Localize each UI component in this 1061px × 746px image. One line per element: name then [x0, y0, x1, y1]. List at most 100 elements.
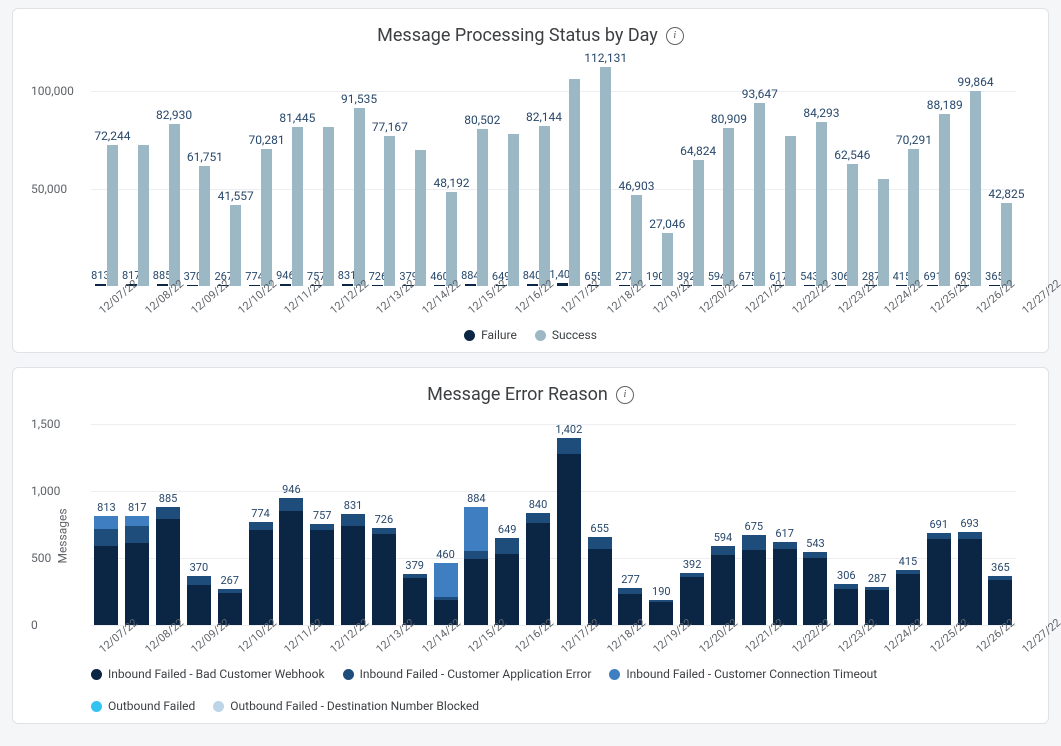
bar-failure[interactable]: 1,402	[557, 283, 568, 286]
bar-group[interactable]: 27746,903	[615, 195, 646, 286]
stacked-bar[interactable]: 813	[94, 516, 118, 625]
bar-group[interactable]: 617	[769, 542, 800, 625]
stacked-bar[interactable]: 543	[803, 552, 827, 625]
stacked-bar[interactable]: 817	[125, 516, 149, 625]
stacked-bar[interactable]: 655	[588, 537, 612, 625]
bar-success[interactable]: 27,046	[662, 233, 673, 286]
bar-group[interactable]: 757	[307, 524, 338, 625]
bar-segment[interactable]	[156, 507, 180, 520]
stacked-bar[interactable]: 840	[526, 513, 550, 625]
bar-group[interactable]: 365	[985, 576, 1016, 625]
bar-segment[interactable]	[711, 546, 735, 556]
bar-failure[interactable]: 675	[742, 285, 753, 286]
bar-group[interactable]: 885	[153, 507, 184, 625]
bar-success[interactable]: 93,647	[754, 103, 765, 286]
stacked-bar[interactable]: 649	[495, 538, 519, 625]
bar-group[interactable]: 617	[769, 136, 800, 286]
stacked-bar[interactable]: 726	[372, 528, 396, 625]
bar-success[interactable]: 48,192	[446, 192, 457, 286]
bar-group[interactable]: 30662,546	[831, 164, 862, 286]
bar-segment[interactable]	[464, 507, 488, 552]
bar-success[interactable]: 81,445	[292, 127, 303, 286]
bar-group[interactable]: 69399,864	[954, 91, 985, 286]
bar-segment[interactable]	[773, 549, 797, 625]
legend-item-e3[interactable]: Inbound Failed - Customer Connection Tim…	[609, 667, 877, 681]
bar-group[interactable]: 415	[893, 570, 924, 625]
bar-group[interactable]: 83191,535	[338, 108, 369, 286]
bar-segment[interactable]	[803, 558, 827, 625]
bar-group[interactable]: 81372,244	[91, 145, 122, 286]
stacked-bar[interactable]: 693	[958, 532, 982, 625]
bar-segment[interactable]	[94, 529, 118, 546]
bar-segment[interactable]	[495, 538, 519, 554]
bar-group[interactable]: 46048,192	[430, 192, 461, 286]
bar-failure[interactable]: 190	[650, 285, 661, 286]
bar-segment[interactable]	[588, 537, 612, 548]
bar-segment[interactable]	[742, 550, 766, 625]
bar-segment[interactable]	[279, 498, 303, 511]
bar-success[interactable]	[323, 127, 334, 286]
bar-failure[interactable]: 726	[372, 285, 383, 286]
bar-group[interactable]: 39264,824	[677, 160, 708, 286]
bar-failure[interactable]: 884	[465, 284, 476, 286]
bar-segment[interactable]	[927, 533, 951, 540]
bar-group[interactable]: 379	[399, 150, 430, 287]
bar-segment[interactable]	[927, 539, 951, 625]
bar-group[interactable]: 649	[492, 538, 523, 625]
bar-group[interactable]: 88480,502	[461, 129, 492, 286]
bar-group[interactable]: 41570,291	[893, 149, 924, 286]
bar-group[interactable]: 36542,825	[985, 203, 1016, 287]
bar-segment[interactable]	[464, 551, 488, 559]
bar-success[interactable]: 46,903	[631, 195, 642, 286]
bar-group[interactable]: 54384,293	[800, 122, 831, 286]
bar-group[interactable]: 460	[430, 563, 461, 625]
bar-group[interactable]: 59480,909	[708, 128, 739, 286]
bar-segment[interactable]	[588, 549, 612, 625]
bar-group[interactable]: 190	[646, 600, 677, 625]
bar-group[interactable]: 26741,557	[214, 205, 245, 286]
stacked-bar[interactable]: 691	[927, 533, 951, 625]
bar-group[interactable]: 774	[245, 522, 276, 626]
bar-segment[interactable]	[341, 526, 365, 625]
bar-group[interactable]: 675	[738, 535, 769, 625]
bar-group[interactable]: 370	[183, 576, 214, 625]
bar-success[interactable]: 88,189	[939, 114, 950, 286]
bar-segment[interactable]	[187, 576, 211, 585]
bar-success[interactable]: 41,557	[230, 205, 241, 286]
bar-segment[interactable]	[834, 589, 858, 625]
bar-segment[interactable]	[711, 555, 735, 625]
bar-success[interactable]: 84,293	[816, 122, 827, 286]
stacked-bar[interactable]: 190	[649, 600, 673, 625]
bar-group[interactable]: 88582,930	[153, 124, 184, 286]
bar-segment[interactable]	[94, 546, 118, 625]
bar-segment[interactable]	[249, 522, 273, 531]
bar-segment[interactable]	[434, 563, 458, 596]
bar-segment[interactable]	[557, 454, 581, 625]
bar-group[interactable]: 757	[307, 127, 338, 286]
bar-segment[interactable]	[526, 523, 550, 625]
legend-item-e5[interactable]: Outbound Failed - Destination Number Blo…	[213, 699, 479, 713]
bar-group[interactable]: 946	[276, 498, 307, 625]
bar-segment[interactable]	[187, 585, 211, 625]
bar-group[interactable]: 813	[91, 516, 122, 625]
bar-segment[interactable]	[557, 438, 581, 454]
stacked-bar[interactable]: 757	[310, 524, 334, 625]
bar-success[interactable]: 62,546	[847, 164, 858, 286]
stacked-bar[interactable]: 946	[279, 498, 303, 625]
bar-success[interactable]: 77,167	[384, 136, 395, 286]
bar-group[interactable]: 1,402	[553, 79, 584, 286]
bar-group[interactable]: 67593,647	[738, 103, 769, 286]
bar-segment[interactable]	[94, 516, 118, 528]
legend-item-e2[interactable]: Inbound Failed - Customer Application Er…	[343, 667, 592, 681]
bar-group[interactable]: 655112,131	[584, 67, 615, 286]
stacked-bar[interactable]: 370	[187, 576, 211, 625]
bar-failure[interactable]: 306	[835, 285, 846, 286]
bar-success[interactable]: 91,535	[354, 108, 365, 286]
bar-success[interactable]: 61,751	[199, 166, 210, 286]
bar-success[interactable]: 82,930	[169, 124, 180, 286]
bar-segment[interactable]	[310, 530, 334, 625]
bar-segment[interactable]	[156, 519, 180, 625]
bar-success[interactable]	[878, 179, 889, 286]
bar-group[interactable]: 19027,046	[646, 233, 677, 286]
stacked-bar[interactable]: 831	[341, 514, 365, 625]
